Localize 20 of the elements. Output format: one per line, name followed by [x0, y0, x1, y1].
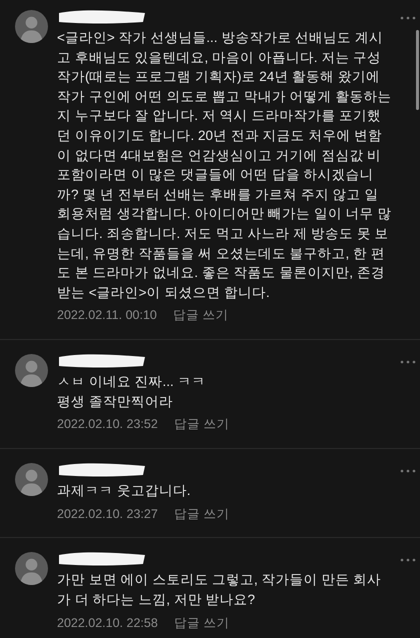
more-options-icon[interactable]	[400, 469, 416, 473]
avatar-icon	[15, 354, 48, 388]
comment-text: <글라인> 작가 선생님들... 방송작가로 선배님도 계시고 후배님도 있을텐데요, 마음이 아픕니다. 저는 구성작가(때로는 프로그램 기획자)로 24년 활동해 왔기에 작가 구인에 어떤 의도로 뽑고 막내가 어떻게 활동하는 지 누구보다 잘 압니다. 저 역시 드라마작가를 포기했던 이유이기도 합니다. 20년 전과 지금도 처우에 변함이 없다면 4대보험은 언감생심이고 거기에 점심값 비포함이라면 이 많은 댓글들에 어떤 답을 하시겠습니까? 몇 년 전부터 선배는 후배를 가르쳐 주지 않고 일회용처럼 생각합니다. 아이디어만 빼가는 일이 너무 많습니다. 죄송합니다. 저도 먹고 사느라 제 방송도 못 보는데, 유명한 작품들을 써 오셨는데도 불구하고, 한 편도 본 드라마가 없네요. 좋은 작품도 물론이지만, 존경받는 <글라인>이 되셨으면 합니다.	[57, 29, 392, 302]
comment-date: 2022.02.11. 00:10	[57, 307, 157, 324]
more-options-icon[interactable]	[400, 558, 416, 562]
more-options-icon[interactable]	[400, 16, 416, 20]
avatar-icon	[15, 463, 48, 496]
comment-text: 가만 보면 에이 스토리도 그렇고, 작가들이 만든 회사가 더 하다는 느낌, 저만 받나요?	[57, 571, 382, 609]
comment-date: 2022.02.10. 22:58	[57, 614, 158, 632]
more-options-icon[interactable]	[400, 360, 416, 364]
reply-link[interactable]: 답글 쓰기	[172, 306, 228, 326]
comment-date: 2022.02.10. 23:27	[57, 506, 158, 523]
avatar-icon	[15, 10, 48, 43]
comment-date: 2022.02.10. 23:52	[57, 416, 158, 434]
reply-link[interactable]: 답글 쓰기	[174, 415, 230, 434]
comment-text: ㅅㅂ 이네요 진짜... ㅋㅋ 평생 졸작만찍어라	[57, 373, 207, 411]
avatar-icon	[15, 552, 48, 586]
reply-link[interactable]: 답글 쓰기	[174, 504, 230, 524]
reply-link[interactable]: 답글 쓰기	[174, 614, 230, 632]
comment-text: 과제ㅋㅋ 웃고갑니다.	[57, 482, 192, 500]
